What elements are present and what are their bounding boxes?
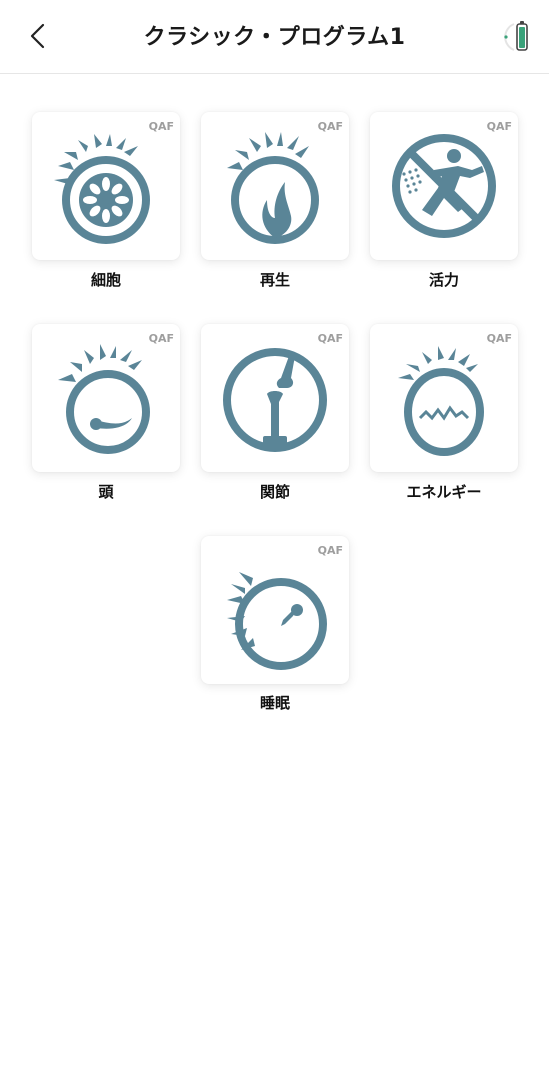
joint-icon xyxy=(223,348,327,452)
sleep-icon xyxy=(227,572,327,670)
regeneration-icon xyxy=(227,132,319,244)
program-label-sleep: 睡眠 xyxy=(259,694,290,712)
energy-icon xyxy=(398,346,484,456)
program-label-joint: 関節 xyxy=(259,483,290,501)
battery-button[interactable] xyxy=(500,18,540,56)
program-label-energy: エネルギー xyxy=(406,483,482,501)
program-card-regeneration[interactable]: QAF xyxy=(201,112,349,260)
vitality-icon xyxy=(392,134,496,238)
header: クラシック・プログラム1 xyxy=(0,0,549,74)
program-card-joint[interactable]: QAF xyxy=(201,324,349,472)
program-label-cell: 細胞 xyxy=(90,271,121,289)
program-card-head[interactable]: QAF xyxy=(32,324,180,472)
program-label-regeneration: 再生 xyxy=(259,271,290,289)
head-icon xyxy=(58,344,150,454)
chevron-left-icon xyxy=(30,23,45,49)
back-button[interactable] xyxy=(20,18,56,54)
program-card-sleep[interactable]: QAF xyxy=(201,536,349,684)
battery-icon xyxy=(504,21,528,51)
program-label-head: 頭 xyxy=(98,483,114,501)
program-label-vitality: 活力 xyxy=(428,271,459,289)
program-card-cell[interactable]: QAF xyxy=(32,112,180,260)
cell-icon xyxy=(54,134,150,244)
page-title: クラシック・プログラム1 xyxy=(143,25,406,50)
program-card-vitality[interactable]: QAF xyxy=(370,112,518,260)
program-card-energy[interactable]: QAF xyxy=(370,324,518,472)
